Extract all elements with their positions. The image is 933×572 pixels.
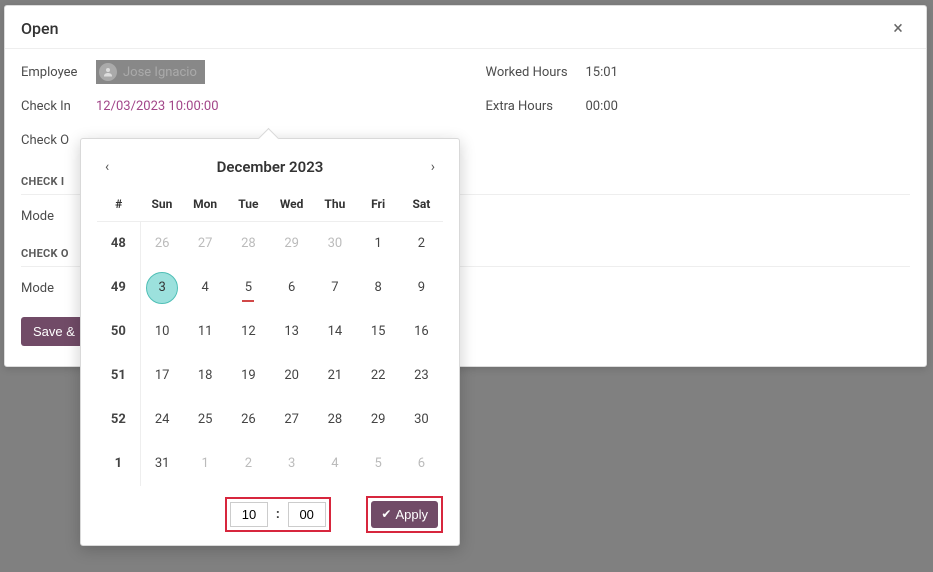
worked-hours-value: 15:01 [586, 65, 618, 80]
modal-header: Open × [5, 6, 926, 48]
day-header: Thu [313, 189, 356, 222]
calendar-day[interactable]: 17 [140, 354, 183, 398]
extra-hours-value: 00:00 [586, 99, 618, 114]
week-number: 49 [97, 266, 140, 310]
calendar-day[interactable]: 4 [184, 266, 227, 310]
week-number: 1 [97, 442, 140, 486]
day-header: Fri [357, 189, 400, 222]
calendar-day[interactable]: 12 [227, 310, 270, 354]
datepicker-title[interactable]: December 2023 [217, 158, 324, 176]
calendar-day[interactable]: 25 [184, 398, 227, 442]
calendar-day[interactable]: 27 [270, 398, 313, 442]
calendar-day[interactable]: 20 [270, 354, 313, 398]
calendar-day[interactable]: 30 [313, 222, 356, 266]
apply-label: Apply [395, 507, 428, 522]
week-number: 51 [97, 354, 140, 398]
calendar-day[interactable]: 2 [400, 222, 443, 266]
day-header: Wed [270, 189, 313, 222]
hour-input[interactable] [230, 502, 268, 527]
datepicker-popover: ‹ December 2023 › # Sun Mon Tue Wed Thu … [80, 138, 460, 546]
calendar-day[interactable]: 13 [270, 310, 313, 354]
calendar-day[interactable]: 6 [270, 266, 313, 310]
employee-name: Jose Ignacio [123, 65, 197, 80]
apply-button[interactable]: ✔ Apply [371, 501, 438, 528]
calendar-day[interactable]: 27 [184, 222, 227, 266]
save-button[interactable]: Save & [21, 317, 87, 346]
calendar-day[interactable]: 19 [227, 354, 270, 398]
calendar-day[interactable]: 24 [140, 398, 183, 442]
calendar-day[interactable]: 26 [140, 222, 183, 266]
employee-chip[interactable]: Jose Ignacio [96, 60, 205, 84]
calendar-day[interactable]: 16 [400, 310, 443, 354]
calendar-day[interactable]: 23 [400, 354, 443, 398]
calendar-day[interactable]: 29 [270, 222, 313, 266]
calendar-day[interactable]: 1 [357, 222, 400, 266]
calendar-day[interactable]: 5 [227, 266, 270, 310]
calendar-day[interactable]: 3 [140, 266, 183, 310]
day-header: Sat [400, 189, 443, 222]
calendar-day[interactable]: 6 [400, 442, 443, 486]
calendar-day[interactable]: 8 [357, 266, 400, 310]
day-header: Sun [140, 189, 183, 222]
calendar-day[interactable]: 2 [227, 442, 270, 486]
close-icon[interactable]: × [886, 16, 910, 40]
calendar-day[interactable]: 4 [313, 442, 356, 486]
worked-hours-label: Worked Hours [486, 65, 586, 80]
week-number: 50 [97, 310, 140, 354]
day-header: Mon [184, 189, 227, 222]
calendar-day[interactable]: 21 [313, 354, 356, 398]
calendar-day[interactable]: 28 [227, 222, 270, 266]
next-month-icon[interactable]: › [423, 155, 443, 179]
day-header: Tue [227, 189, 270, 222]
week-header: # [97, 189, 140, 222]
time-colon: : [272, 507, 284, 522]
calendar-day[interactable]: 1 [184, 442, 227, 486]
minute-input[interactable] [288, 502, 326, 527]
checkin-value[interactable]: 12/03/2023 10:00:00 [96, 99, 219, 114]
calendar-day[interactable]: 7 [313, 266, 356, 310]
calendar-day[interactable]: 29 [357, 398, 400, 442]
calendar-day[interactable]: 3 [270, 442, 313, 486]
week-number: 48 [97, 222, 140, 266]
calendar-day[interactable]: 28 [313, 398, 356, 442]
modal-title: Open [21, 19, 59, 38]
avatar-icon [99, 63, 117, 81]
week-number: 52 [97, 398, 140, 442]
checkin-label: Check In [21, 99, 96, 114]
check-icon: ✔ [381, 507, 391, 521]
calendar-day[interactable]: 26 [227, 398, 270, 442]
calendar-day[interactable]: 31 [140, 442, 183, 486]
time-input-group: : [225, 497, 331, 532]
calendar-day[interactable]: 9 [400, 266, 443, 310]
calendar-day[interactable]: 5 [357, 442, 400, 486]
calendar-day[interactable]: 10 [140, 310, 183, 354]
calendar-day[interactable]: 15 [357, 310, 400, 354]
employee-label: Employee [21, 65, 96, 80]
extra-hours-label: Extra Hours [486, 99, 586, 114]
calendar-day[interactable]: 22 [357, 354, 400, 398]
calendar-day[interactable]: 18 [184, 354, 227, 398]
calendar-day[interactable]: 11 [184, 310, 227, 354]
calendar-day[interactable]: 14 [313, 310, 356, 354]
calendar-day[interactable]: 30 [400, 398, 443, 442]
prev-month-icon[interactable]: ‹ [97, 155, 117, 179]
datepicker-grid: # Sun Mon Tue Wed Thu Fri Sat 4826272829… [97, 189, 443, 486]
